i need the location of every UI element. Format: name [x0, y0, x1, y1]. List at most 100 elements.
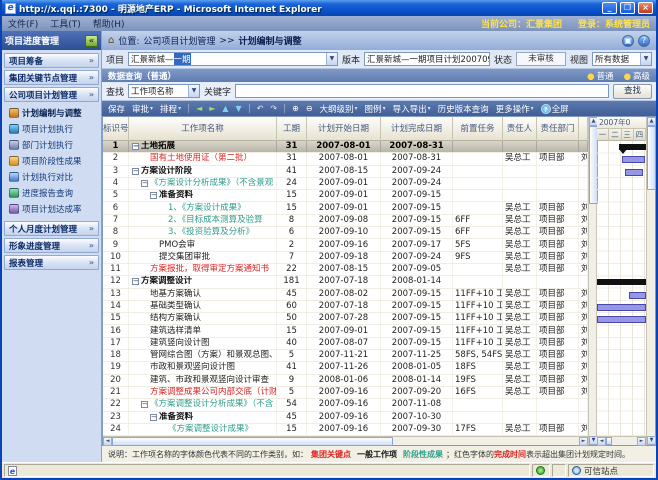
table-row[interactable]: 3 −方案设计阶段 41 2007-08-15 2007-09-24 [103, 166, 588, 178]
gantt-bar-task[interactable] [629, 292, 646, 299]
scroll-down-icon[interactable]: ▼ [647, 436, 656, 445]
menu-item[interactable]: 工具(T) [50, 17, 81, 30]
table-row[interactable]: 13 地基方案确认 45 2007-08-02 2007-09-15 11FF+… [103, 289, 588, 301]
column-header[interactable]: 计划完成日期 [381, 117, 453, 141]
query-mode-advanced[interactable]: ●高级 [624, 70, 650, 82]
table-horizontal-scrollbar[interactable]: ◄ ► [103, 436, 588, 445]
collapse-icon[interactable]: − [132, 168, 139, 175]
table-row[interactable]: 4 −《方案设计分析成果》（不含景观 24 2007-09-01 2007-09… [103, 178, 588, 190]
minimize-button[interactable]: _ [602, 2, 617, 14]
gantt-vertical-scrollbar[interactable]: ▲ ▼ [646, 117, 655, 445]
outline-level-button[interactable]: 大纲级别▾ [320, 103, 358, 115]
table-row[interactable]: 15 结构方案确认 50 2007-07-28 2007-09-15 11FF+… [103, 313, 588, 325]
column-header[interactable]: 前置任务 [453, 117, 503, 141]
table-row[interactable]: 21 方案调整成果公司内部交底（计财 5 2007-09-16 2007-09-… [103, 387, 588, 399]
redo-icon[interactable]: ↷ [270, 105, 277, 113]
scroll-right-icon[interactable]: ► [579, 437, 588, 446]
legend-button[interactable]: 图例▾ [365, 103, 386, 115]
find-button[interactable]: 查找 [613, 84, 652, 99]
save-button[interactable]: 保存 [108, 103, 125, 115]
sidebar-section-button[interactable]: 项目筹备» [4, 53, 99, 68]
column-header[interactable]: 责任人 [503, 117, 537, 141]
home-icon[interactable]: ⌂ [108, 35, 114, 46]
gantt-bar-task[interactable] [597, 304, 646, 311]
indent-left-icon[interactable]: ◄ [196, 105, 202, 113]
gantt-bar-task[interactable] [597, 316, 646, 323]
collapse-icon[interactable]: − [141, 401, 148, 408]
page-icon[interactable]: ▣ [622, 35, 634, 47]
table-vertical-scrollbar[interactable]: ▲ ▼ [588, 117, 597, 445]
schedule-button[interactable]: 排程▾ [160, 103, 181, 115]
sidebar-section-button[interactable]: 公司项目计划管理» [4, 87, 99, 102]
move-down-icon[interactable]: ▼ [236, 105, 242, 113]
scroll-left-icon[interactable]: ◄ [597, 437, 606, 446]
table-row[interactable]: 20 建筑、市政和景观竖向设计审查 9 2008-01-06 2008-01-1… [103, 375, 588, 387]
project-select[interactable]: 汇景新城—一期 ▼ [128, 52, 338, 66]
sidebar-item[interactable]: 进度报告查询 [4, 185, 99, 201]
table-row[interactable]: 11 方案报批，取得审定方案通知书 22 2007-08-15 2007-09-… [103, 264, 588, 276]
table-row[interactable]: 2 国有土地使用证（第二批） 31 2007-08-01 2007-08-31 … [103, 153, 588, 165]
table-row[interactable]: 6 1、《方案设计成果》 15 2007-09-01 2007-09-15 吴总… [103, 202, 588, 214]
fullscreen-button[interactable]: ?全屏 [541, 103, 569, 115]
zoom-out-icon[interactable]: ⊖ [306, 105, 313, 113]
collapse-icon[interactable]: − [150, 414, 157, 421]
undo-icon[interactable]: ↶ [257, 105, 264, 113]
zoom-in-icon[interactable]: ⊕ [292, 105, 299, 113]
table-row[interactable]: 17 建筑竖向设计图 40 2007-08-07 2007-09-15 11FF… [103, 338, 588, 350]
breadcrumb-parent[interactable]: 公司项目计划管理 [143, 34, 215, 47]
move-up-icon[interactable]: ▲ [222, 105, 228, 113]
column-header[interactable]: 工期 [277, 117, 307, 141]
sidebar-item[interactable]: 计划执行对比 [4, 169, 99, 185]
scroll-left-icon[interactable]: ◄ [103, 437, 112, 446]
table-row[interactable]: 16 建筑选样清单 15 2007-09-01 2007-09-15 11FF+… [103, 325, 588, 337]
chevron-down-icon[interactable]: ▼ [640, 53, 651, 65]
table-row[interactable]: 23 −准备资料 45 2007-09-16 2007-10-30 [103, 412, 588, 424]
sidebar-item[interactable]: 项目阶段性成果 [4, 153, 99, 169]
sidebar-tab-header[interactable]: 项目进度管理 « [2, 31, 101, 50]
sidebar-item[interactable]: 项目计划达成率 [4, 201, 99, 217]
gantt-bar-summary[interactable] [597, 279, 646, 285]
scroll-right-icon[interactable]: ► [637, 437, 646, 446]
table-row[interactable]: 19 市政和景观竖向设计图 41 2007-11-26 2008-01-05 1… [103, 362, 588, 374]
table-row[interactable]: 7 2、《目标成本测算及验算 8 2007-09-08 2007-09-15 6… [103, 215, 588, 227]
approve-button[interactable]: 审批▾ [132, 103, 153, 115]
keyword-input[interactable] [235, 84, 609, 98]
menu-item[interactable]: 帮助(H) [93, 17, 125, 30]
more-actions-button[interactable]: 更多操作▾ [496, 103, 534, 115]
help-icon[interactable]: ? [638, 35, 650, 47]
table-row[interactable]: 1 −土地拓展 31 2007-08-01 2007-08-31 [103, 141, 588, 153]
gantt-bar-task[interactable] [622, 156, 646, 163]
table-row[interactable]: 12 −方案调整设计 181 2007-07-18 2008-01-14 [103, 276, 588, 288]
collapse-icon[interactable]: − [132, 278, 139, 285]
table-row[interactable]: 5 −准备资料 15 2007-09-01 2007-09-15 [103, 190, 588, 202]
chevron-down-icon[interactable]: ▼ [188, 85, 199, 97]
table-row[interactable]: 10 提交集团审批 7 2007-09-18 2007-09-24 9FS 吴总… [103, 252, 588, 264]
history-version-button[interactable]: 历史版本查询 [438, 103, 489, 115]
sidebar-section-button[interactable]: 个人月度计划管理» [4, 221, 99, 236]
table-row[interactable]: 8 3、《投资验算及分析》 6 2007-09-10 2007-09-15 6F… [103, 227, 588, 239]
collapse-icon[interactable]: − [141, 180, 148, 187]
maximize-button[interactable]: ❐ [620, 2, 635, 14]
sidebar-section-button[interactable]: 报表管理» [4, 255, 99, 270]
gantt-bar-task[interactable] [625, 169, 643, 176]
table-row[interactable]: 18 管网综合图（方案）和景观总图、 5 2007-11-21 2007-11-… [103, 350, 588, 362]
collapse-icon[interactable]: − [150, 192, 157, 199]
chevron-down-icon[interactable]: ▼ [326, 53, 337, 65]
version-field[interactable]: 汇景新城—一期项目计划20070904版本 [364, 52, 490, 66]
close-button[interactable]: × [638, 2, 653, 14]
gantt-bar-summary[interactable] [619, 144, 646, 150]
sidebar-item[interactable]: 部门计划执行 [4, 137, 99, 153]
sidebar-section-button[interactable]: 集团关键节点管理» [4, 70, 99, 85]
collapse-icon[interactable]: − [132, 143, 139, 150]
column-header[interactable] [579, 117, 588, 141]
menu-item[interactable]: 文件(F) [8, 17, 38, 30]
sidebar-item[interactable]: 项目计划执行 [4, 121, 99, 137]
column-header[interactable]: 计划开始日期 [307, 117, 381, 141]
scrollbar-thumb[interactable] [647, 126, 656, 190]
table-row[interactable]: 24 《方案调整设计成果》 15 2007-09-16 2007-09-30 1… [103, 424, 588, 436]
sidebar-section-button[interactable]: 形象进度管理» [4, 238, 99, 253]
column-header[interactable]: 责任部门 [537, 117, 579, 141]
collapse-sidebar-icon[interactable]: « [85, 35, 98, 47]
column-header[interactable]: 工作项名称 [129, 117, 277, 141]
table-row[interactable]: 22 −《方案调整设计分析成果》（不含 54 2007-09-16 2007-1… [103, 399, 588, 411]
